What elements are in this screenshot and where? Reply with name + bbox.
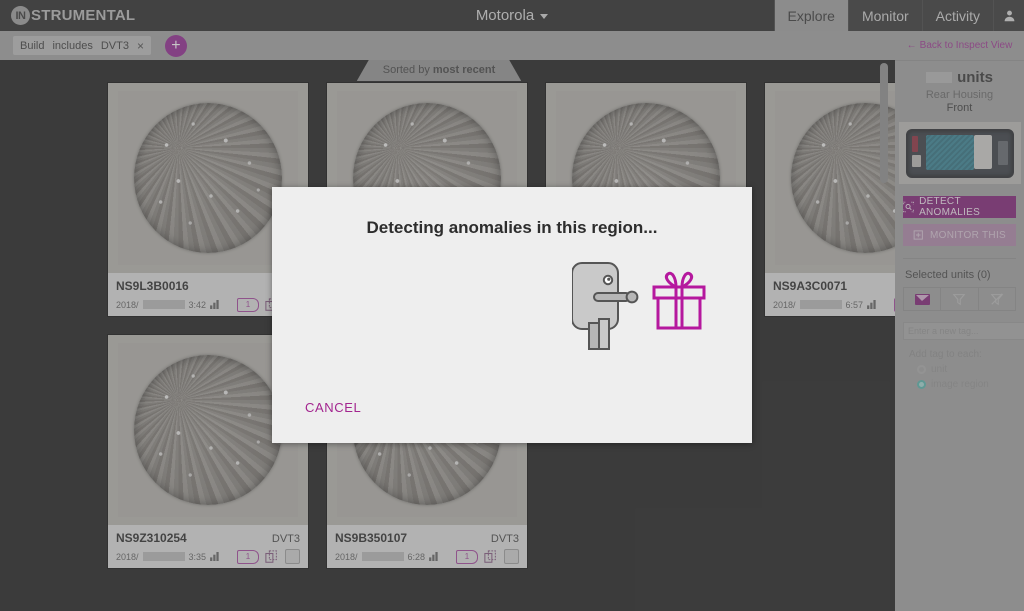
- robot-icon: [572, 262, 639, 350]
- cancel-button[interactable]: CANCEL: [305, 400, 361, 415]
- robot-gift-illustration: [572, 262, 706, 350]
- app-root: IN STRUMENTAL Motorola Explore Monitor A…: [0, 0, 1024, 611]
- gift-icon: [652, 271, 706, 330]
- detecting-anomalies-dialog: Detecting anomalies in this region... CA…: [272, 187, 752, 443]
- dialog-title: Detecting anomalies in this region...: [366, 218, 658, 237]
